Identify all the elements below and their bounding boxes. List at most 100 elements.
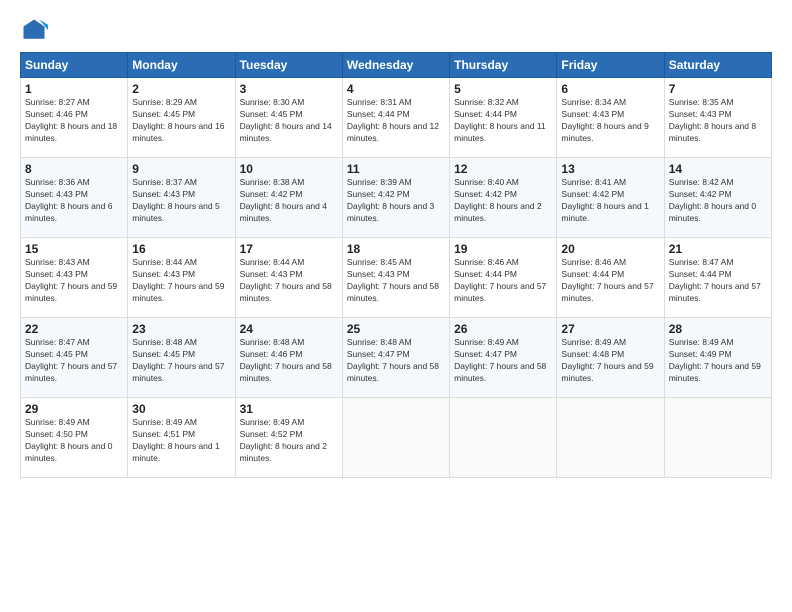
calendar-cell: 12Sunrise: 8:40 AMSunset: 4:42 PMDayligh… [450,158,557,238]
day-info: Sunrise: 8:42 AMSunset: 4:42 PMDaylight:… [669,177,767,225]
day-info: Sunrise: 8:36 AMSunset: 4:43 PMDaylight:… [25,177,123,225]
day-number: 18 [347,242,445,256]
day-info: Sunrise: 8:48 AMSunset: 4:46 PMDaylight:… [240,337,338,385]
calendar-cell: 23Sunrise: 8:48 AMSunset: 4:45 PMDayligh… [128,318,235,398]
calendar-cell: 4Sunrise: 8:31 AMSunset: 4:44 PMDaylight… [342,78,449,158]
calendar-cell: 5Sunrise: 8:32 AMSunset: 4:44 PMDaylight… [450,78,557,158]
col-header-saturday: Saturday [664,53,771,78]
day-number: 12 [454,162,552,176]
calendar-table: SundayMondayTuesdayWednesdayThursdayFrid… [20,52,772,478]
calendar-cell: 10Sunrise: 8:38 AMSunset: 4:42 PMDayligh… [235,158,342,238]
calendar-cell [664,398,771,478]
day-number: 27 [561,322,659,336]
header [20,16,772,44]
day-info: Sunrise: 8:49 AMSunset: 4:48 PMDaylight:… [561,337,659,385]
day-info: Sunrise: 8:49 AMSunset: 4:49 PMDaylight:… [669,337,767,385]
day-info: Sunrise: 8:47 AMSunset: 4:45 PMDaylight:… [25,337,123,385]
calendar-cell: 11Sunrise: 8:39 AMSunset: 4:42 PMDayligh… [342,158,449,238]
day-number: 31 [240,402,338,416]
day-info: Sunrise: 8:37 AMSunset: 4:43 PMDaylight:… [132,177,230,225]
day-number: 26 [454,322,552,336]
calendar-cell: 28Sunrise: 8:49 AMSunset: 4:49 PMDayligh… [664,318,771,398]
day-number: 28 [669,322,767,336]
day-number: 7 [669,82,767,96]
day-number: 8 [25,162,123,176]
calendar-cell [557,398,664,478]
calendar-cell: 24Sunrise: 8:48 AMSunset: 4:46 PMDayligh… [235,318,342,398]
calendar-cell: 9Sunrise: 8:37 AMSunset: 4:43 PMDaylight… [128,158,235,238]
day-info: Sunrise: 8:48 AMSunset: 4:47 PMDaylight:… [347,337,445,385]
day-number: 20 [561,242,659,256]
day-info: Sunrise: 8:48 AMSunset: 4:45 PMDaylight:… [132,337,230,385]
header-row: SundayMondayTuesdayWednesdayThursdayFrid… [21,53,772,78]
day-info: Sunrise: 8:34 AMSunset: 4:43 PMDaylight:… [561,97,659,145]
col-header-thursday: Thursday [450,53,557,78]
col-header-sunday: Sunday [21,53,128,78]
day-number: 11 [347,162,445,176]
calendar-week-5: 29Sunrise: 8:49 AMSunset: 4:50 PMDayligh… [21,398,772,478]
day-info: Sunrise: 8:31 AMSunset: 4:44 PMDaylight:… [347,97,445,145]
day-number: 30 [132,402,230,416]
calendar-cell [342,398,449,478]
day-info: Sunrise: 8:32 AMSunset: 4:44 PMDaylight:… [454,97,552,145]
day-number: 22 [25,322,123,336]
calendar-cell: 2Sunrise: 8:29 AMSunset: 4:45 PMDaylight… [128,78,235,158]
logo [20,16,52,44]
calendar-cell: 17Sunrise: 8:44 AMSunset: 4:43 PMDayligh… [235,238,342,318]
calendar-cell: 25Sunrise: 8:48 AMSunset: 4:47 PMDayligh… [342,318,449,398]
calendar-week-4: 22Sunrise: 8:47 AMSunset: 4:45 PMDayligh… [21,318,772,398]
col-header-tuesday: Tuesday [235,53,342,78]
day-number: 9 [132,162,230,176]
calendar-cell: 16Sunrise: 8:44 AMSunset: 4:43 PMDayligh… [128,238,235,318]
day-number: 3 [240,82,338,96]
day-info: Sunrise: 8:49 AMSunset: 4:47 PMDaylight:… [454,337,552,385]
day-number: 25 [347,322,445,336]
day-number: 5 [454,82,552,96]
calendar-cell: 31Sunrise: 8:49 AMSunset: 4:52 PMDayligh… [235,398,342,478]
col-header-wednesday: Wednesday [342,53,449,78]
day-number: 16 [132,242,230,256]
calendar-week-3: 15Sunrise: 8:43 AMSunset: 4:43 PMDayligh… [21,238,772,318]
calendar-cell: 3Sunrise: 8:30 AMSunset: 4:45 PMDaylight… [235,78,342,158]
day-info: Sunrise: 8:49 AMSunset: 4:52 PMDaylight:… [240,417,338,465]
day-number: 6 [561,82,659,96]
calendar-week-2: 8Sunrise: 8:36 AMSunset: 4:43 PMDaylight… [21,158,772,238]
day-number: 4 [347,82,445,96]
calendar-cell: 14Sunrise: 8:42 AMSunset: 4:42 PMDayligh… [664,158,771,238]
day-info: Sunrise: 8:27 AMSunset: 4:46 PMDaylight:… [25,97,123,145]
calendar-cell [450,398,557,478]
calendar-cell: 15Sunrise: 8:43 AMSunset: 4:43 PMDayligh… [21,238,128,318]
calendar-body: 1Sunrise: 8:27 AMSunset: 4:46 PMDaylight… [21,78,772,478]
page: SundayMondayTuesdayWednesdayThursdayFrid… [0,0,792,612]
calendar-cell: 22Sunrise: 8:47 AMSunset: 4:45 PMDayligh… [21,318,128,398]
col-header-friday: Friday [557,53,664,78]
day-info: Sunrise: 8:49 AMSunset: 4:50 PMDaylight:… [25,417,123,465]
day-info: Sunrise: 8:40 AMSunset: 4:42 PMDaylight:… [454,177,552,225]
day-number: 1 [25,82,123,96]
calendar-cell: 6Sunrise: 8:34 AMSunset: 4:43 PMDaylight… [557,78,664,158]
day-info: Sunrise: 8:47 AMSunset: 4:44 PMDaylight:… [669,257,767,305]
day-info: Sunrise: 8:49 AMSunset: 4:51 PMDaylight:… [132,417,230,465]
day-info: Sunrise: 8:45 AMSunset: 4:43 PMDaylight:… [347,257,445,305]
calendar-cell: 30Sunrise: 8:49 AMSunset: 4:51 PMDayligh… [128,398,235,478]
day-number: 17 [240,242,338,256]
calendar-header: SundayMondayTuesdayWednesdayThursdayFrid… [21,53,772,78]
day-info: Sunrise: 8:43 AMSunset: 4:43 PMDaylight:… [25,257,123,305]
day-number: 24 [240,322,338,336]
calendar-cell: 19Sunrise: 8:46 AMSunset: 4:44 PMDayligh… [450,238,557,318]
day-number: 19 [454,242,552,256]
day-info: Sunrise: 8:41 AMSunset: 4:42 PMDaylight:… [561,177,659,225]
calendar-cell: 20Sunrise: 8:46 AMSunset: 4:44 PMDayligh… [557,238,664,318]
calendar-cell: 1Sunrise: 8:27 AMSunset: 4:46 PMDaylight… [21,78,128,158]
calendar-cell: 7Sunrise: 8:35 AMSunset: 4:43 PMDaylight… [664,78,771,158]
day-info: Sunrise: 8:44 AMSunset: 4:43 PMDaylight:… [132,257,230,305]
day-info: Sunrise: 8:30 AMSunset: 4:45 PMDaylight:… [240,97,338,145]
logo-icon [20,16,48,44]
calendar-cell: 13Sunrise: 8:41 AMSunset: 4:42 PMDayligh… [557,158,664,238]
day-info: Sunrise: 8:38 AMSunset: 4:42 PMDaylight:… [240,177,338,225]
day-number: 2 [132,82,230,96]
day-info: Sunrise: 8:44 AMSunset: 4:43 PMDaylight:… [240,257,338,305]
day-info: Sunrise: 8:46 AMSunset: 4:44 PMDaylight:… [561,257,659,305]
day-info: Sunrise: 8:46 AMSunset: 4:44 PMDaylight:… [454,257,552,305]
calendar-week-1: 1Sunrise: 8:27 AMSunset: 4:46 PMDaylight… [21,78,772,158]
